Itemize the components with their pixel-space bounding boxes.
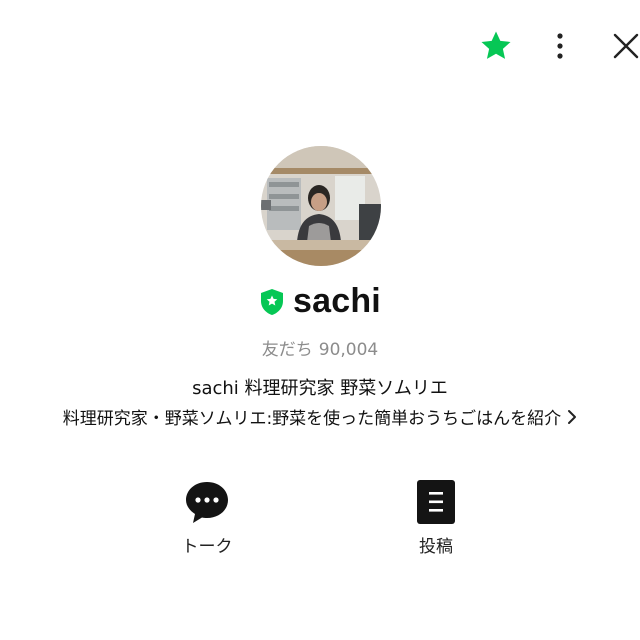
chat-bubble-icon bbox=[183, 478, 231, 526]
top-bar bbox=[0, 0, 640, 92]
favorite-button[interactable] bbox=[476, 26, 516, 66]
talk-label: トーク bbox=[181, 537, 233, 557]
profile-description: 料理研究家・野菜ソムリエ:野菜を使った簡単おうちごはんを紹介 bbox=[62, 409, 562, 429]
friends-count-row: 友だち 90,004 bbox=[0, 335, 640, 360]
close-icon bbox=[613, 33, 639, 59]
close-button[interactable] bbox=[606, 26, 640, 66]
profile-name-row: sachi bbox=[0, 282, 640, 321]
talk-button[interactable]: トーク bbox=[157, 478, 257, 557]
profile-title: sachi 料理研究家 野菜ソムリエ bbox=[192, 378, 448, 399]
official-shield-icon bbox=[259, 288, 285, 316]
friends-label: 友だち bbox=[261, 340, 313, 360]
post-label: 投稿 bbox=[419, 537, 453, 557]
more-options-button[interactable] bbox=[540, 26, 580, 66]
profile-description-link[interactable]: 料理研究家・野菜ソムリエ:野菜を使った簡単おうちごはんを紹介 bbox=[0, 404, 640, 429]
profile-avatar[interactable] bbox=[261, 146, 381, 266]
star-icon bbox=[481, 31, 511, 59]
profile-name: sachi bbox=[293, 282, 381, 320]
avatar-photo bbox=[261, 146, 381, 266]
post-button[interactable]: 投稿 bbox=[386, 478, 486, 557]
chevron-right-icon bbox=[567, 409, 577, 425]
post-list-icon bbox=[412, 478, 460, 526]
more-vertical-icon bbox=[557, 33, 563, 59]
friends-count: 90,004 bbox=[318, 340, 379, 360]
